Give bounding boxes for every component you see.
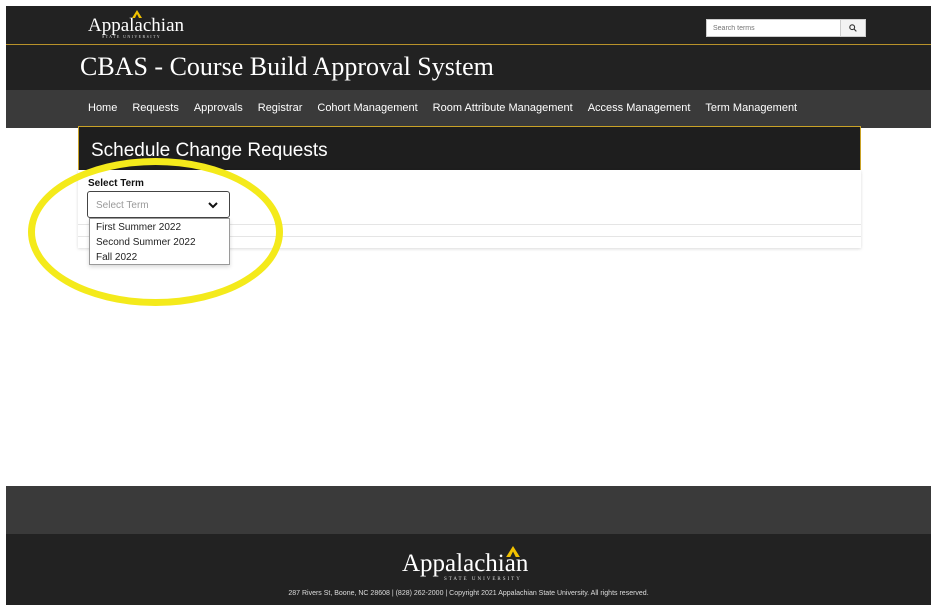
nav-registrar[interactable]: Registrar: [258, 102, 303, 114]
search-input[interactable]: [707, 20, 846, 36]
term-option-second-summer-2022[interactable]: Second Summer 2022: [96, 237, 196, 248]
footer-address: 287 Rivers St, Boone, NC 28608 | (828) 2…: [288, 590, 649, 597]
chevron-down-icon: [208, 202, 218, 209]
nav-home[interactable]: Home: [88, 102, 117, 114]
search-box: [706, 19, 866, 37]
top-bar: Appalachian STATE UNIVERSITY: [6, 6, 931, 45]
nav-term-management[interactable]: Term Management: [705, 102, 797, 114]
header-logo[interactable]: Appalachian STATE UNIVERSITY: [88, 10, 185, 39]
footer-top-band: [6, 486, 931, 534]
term-select[interactable]: Select Term: [87, 191, 230, 218]
logo-mark-icon: [506, 546, 520, 557]
page-header: Schedule Change Requests: [78, 126, 861, 170]
app-title: CBAS - Course Build Approval System: [80, 52, 494, 81]
main-nav: Home Requests Approvals Registrar Cohort…: [6, 90, 931, 128]
page-title: Schedule Change Requests: [91, 140, 328, 161]
nav-cohort-management[interactable]: Cohort Management: [317, 102, 417, 114]
logo-mark-icon: [132, 10, 142, 18]
term-dropdown-list: First Summer 2022 Second Summer 2022 Fal…: [89, 218, 230, 265]
app-title-bar: CBAS - Course Build Approval System: [6, 45, 931, 90]
nav-room-attribute-management[interactable]: Room Attribute Management: [433, 102, 573, 114]
select-term-label: Select Term: [88, 178, 144, 189]
term-option-fall-2022[interactable]: Fall 2022: [96, 252, 137, 263]
nav-requests[interactable]: Requests: [132, 102, 178, 114]
nav-approvals[interactable]: Approvals: [194, 102, 243, 114]
search-button[interactable]: [840, 20, 865, 36]
nav-access-management[interactable]: Access Management: [588, 102, 691, 114]
term-option-first-summer-2022[interactable]: First Summer 2022: [96, 222, 181, 233]
search-icon: [849, 24, 857, 32]
footer-logo-subtext: STATE UNIVERSITY: [444, 577, 522, 582]
header-logo-text: Appalachian: [88, 15, 185, 36]
footer-logo[interactable]: Appalachian STATE UNIVERSITY: [402, 546, 528, 582]
term-select-placeholder: Select Term: [96, 200, 149, 211]
